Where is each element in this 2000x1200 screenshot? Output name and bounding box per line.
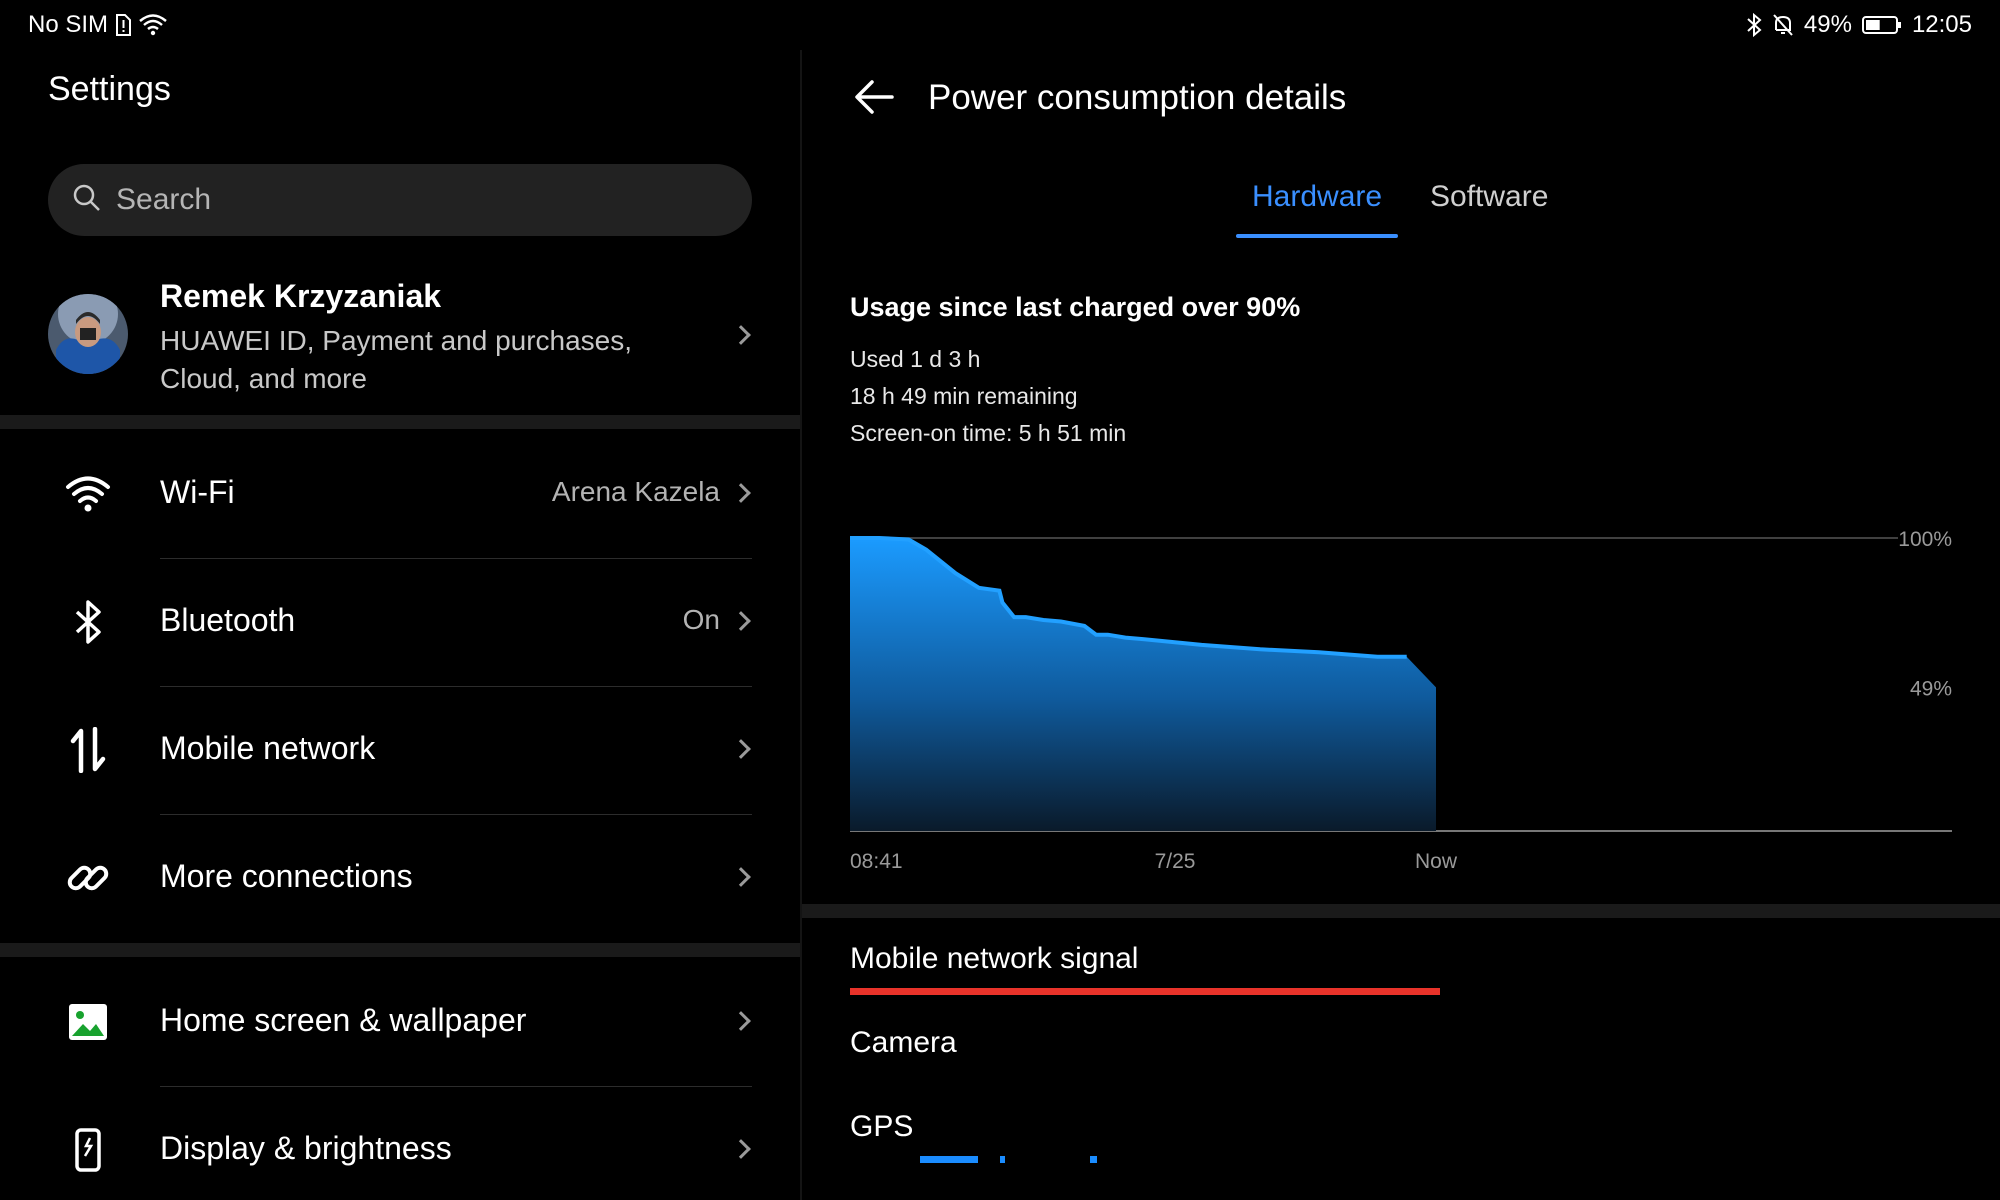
search-input[interactable] [116, 183, 716, 217]
bluetooth-icon [1746, 13, 1762, 37]
x-tick-label: 7/25 [1155, 850, 1196, 873]
carrier-text: No SIM [28, 11, 109, 38]
tab-label: Hardware [1252, 180, 1383, 213]
search-bar[interactable] [48, 164, 752, 236]
wallpaper-icon [48, 982, 128, 1062]
settings-item-more-connections[interactable]: More connections [0, 814, 800, 942]
settings-item-value: On [682, 604, 720, 635]
section-divider [802, 904, 2000, 918]
chevron-right-icon [731, 1139, 751, 1159]
tab-software[interactable]: Software [1430, 180, 1548, 236]
mute-icon [1772, 13, 1794, 37]
hardware-item-camera: Camera [850, 1026, 957, 1059]
search-icon [72, 183, 102, 218]
battery-chart: 100% 49% 08:41 7/25 Now [802, 510, 2000, 950]
link-icon [48, 838, 128, 918]
sim-alert-icon [114, 14, 132, 36]
section-divider [0, 943, 800, 957]
settings-item-label: Bluetooth [160, 602, 296, 638]
wifi-icon [138, 13, 168, 37]
avatar [48, 294, 128, 374]
wifi-icon [48, 454, 128, 534]
x-tick-label: Now [1415, 850, 1458, 873]
settings-item-mobile-network[interactable]: Mobile network [0, 686, 800, 814]
x-tick-label: 08:41 [850, 850, 903, 873]
section-divider [0, 415, 800, 429]
settings-item-label: Wi-Fi [160, 474, 235, 510]
account-name: Remek Krzyzaniak [160, 278, 442, 314]
settings-item-label: Display & brightness [160, 1130, 452, 1166]
page-title: Power consumption details [928, 78, 1347, 117]
mobile-data-icon [48, 710, 128, 790]
used-time: Used 1 d 3 h [850, 346, 981, 372]
tab-hardware[interactable]: Hardware [1236, 180, 1399, 238]
usage-bar-gps [920, 1156, 978, 1163]
settings-item-wifi[interactable]: Wi-Fi Arena Kazela [0, 430, 800, 558]
settings-item-label: Home screen & wallpaper [160, 1002, 527, 1038]
display-icon [48, 1110, 128, 1190]
battery-chart-svg: 100% 49% 08:41 7/25 Now [850, 528, 1952, 873]
tab-label: Software [1430, 180, 1549, 213]
settings-item-home-screen[interactable]: Home screen & wallpaper [0, 958, 800, 1086]
settings-item-display[interactable]: Display & brightness [0, 1086, 800, 1200]
status-bar: No SIM 49% 12:05 [0, 0, 2000, 50]
chevron-right-icon [731, 739, 751, 759]
usage-bar-mobile-signal [850, 988, 1440, 995]
settings-pane: Settings Remek Krzyzaniak HUAWEI ID, Pay… [0, 50, 800, 1200]
usage-title: Usage since last charged over 90% [850, 292, 1301, 322]
remaining-time: 18 h 49 min remaining [850, 383, 1078, 409]
bluetooth-icon [48, 582, 128, 662]
power-details-pane: Power consumption details Hardware Softw… [802, 50, 2000, 1200]
settings-title: Settings [48, 70, 171, 108]
settings-item-bluetooth[interactable]: Bluetooth On [0, 558, 800, 686]
chevron-right-icon [731, 1011, 751, 1031]
active-tab-indicator [1236, 234, 1399, 238]
settings-item-value: Arena Kazela [551, 476, 720, 507]
battery-icon [1861, 14, 1902, 36]
tab-bar: Hardware Software [802, 180, 2000, 240]
usage-bar-gps [1090, 1156, 1097, 1163]
settings-item-label: Mobile network [160, 730, 376, 766]
usage-bar-gps [1000, 1156, 1005, 1163]
chevron-right-icon [731, 483, 751, 503]
chevron-right-icon [731, 867, 751, 887]
chevron-right-icon [731, 325, 751, 345]
battery-area [850, 538, 1436, 831]
back-arrow-icon[interactable] [850, 72, 900, 122]
battery-percent: 49% [1803, 11, 1852, 38]
account-subtitle: HUAWEI ID, Payment and purchases, Cloud,… [160, 325, 633, 394]
y-tick-label: 49% [1910, 677, 1952, 700]
clock: 12:05 [1911, 11, 1972, 38]
y-tick-label: 100% [1898, 528, 1952, 551]
settings-item-label: More connections [160, 858, 413, 894]
hardware-item-mobile-signal: Mobile network signal [850, 942, 1139, 975]
hardware-item-gps: GPS [850, 1110, 914, 1143]
account-row[interactable]: Remek Krzyzaniak HUAWEI ID, Payment and … [0, 272, 800, 402]
chevron-right-icon [731, 611, 751, 631]
screen-on-time: Screen-on time: 5 h 51 min [850, 420, 1127, 446]
